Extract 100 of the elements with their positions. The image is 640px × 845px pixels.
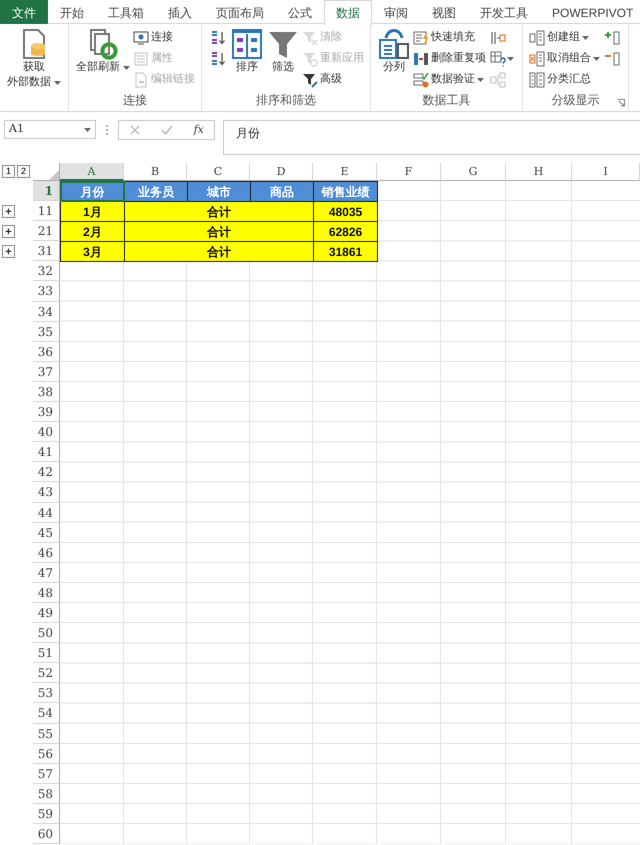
row-header[interactable]: 52 [33, 663, 60, 684]
row-header[interactable]: 47 [33, 562, 60, 583]
ribbon-button[interactable]: 删除重复项 [412, 48, 488, 69]
row-header[interactable]: 43 [33, 482, 60, 502]
ribbon-button[interactable]: 排序 [229, 27, 266, 76]
clear-filter-icon [302, 30, 318, 46]
column-header[interactable]: C [187, 163, 250, 181]
ribbon-tab[interactable]: POWERPIVOT [540, 0, 640, 24]
ribbon-tab[interactable]: 开始 [48, 0, 96, 24]
ribbon-button[interactable]: 取消组合 [528, 48, 602, 69]
row-header[interactable]: 56 [33, 744, 60, 764]
row-header[interactable]: 60 [33, 824, 60, 844]
expand-button[interactable]: + [2, 225, 15, 238]
ribbon-button[interactable]: 高级 [301, 69, 366, 90]
advanced-filter-icon [302, 72, 318, 88]
sort-ascending-icon [210, 30, 226, 46]
ribbon-button[interactable]: 连接 [132, 27, 196, 48]
ribbon-button[interactable]: 数据验证 [412, 69, 488, 90]
table-cell: 62826 [313, 221, 378, 242]
row-header[interactable]: 33 [33, 281, 60, 302]
table-cell: 3月 [60, 241, 125, 262]
column-header[interactable]: B [124, 163, 187, 181]
row-header[interactable]: 44 [33, 502, 60, 523]
row-header[interactable]: 46 [33, 542, 60, 563]
ribbon-tab[interactable]: 公式 [276, 0, 324, 24]
table-cell: 31861 [313, 241, 378, 262]
reapply-filter-icon [302, 50, 318, 66]
group-label: 分级显示 [552, 92, 600, 109]
column-header[interactable]: I [572, 163, 640, 181]
row-header[interactable]: 58 [33, 784, 60, 804]
insert-function-button[interactable]: fx [194, 122, 204, 138]
row-header[interactable]: 36 [33, 342, 60, 362]
row-header[interactable]: 48 [33, 582, 60, 603]
group-label: 排序和筛选 [256, 92, 316, 109]
grip-icon [104, 124, 110, 136]
row-header[interactable]: 31 [33, 241, 60, 262]
name-box[interactable]: A1 [4, 120, 96, 139]
row-header[interactable]: 32 [33, 261, 60, 282]
ribbon-button[interactable]: 全部刷新 [74, 27, 132, 76]
ribbon-tab[interactable]: 文件 [0, 0, 48, 24]
ribbon-tab[interactable]: 插入 [156, 0, 204, 24]
enter-icon [161, 124, 174, 136]
row-header[interactable]: 39 [33, 402, 60, 422]
group-label: 数据工具 [422, 92, 471, 109]
table-cell: 业务员 [124, 181, 188, 202]
ribbon-tab[interactable]: 工具箱 [96, 0, 156, 24]
row-header[interactable]: 35 [33, 322, 60, 342]
ribbon-button[interactable]: 分类汇总 [528, 69, 602, 90]
ribbon-tab[interactable]: 页面布局 [204, 0, 276, 24]
formula-field[interactable]: 月份 [223, 120, 640, 155]
table-cell: 月份 [60, 181, 125, 202]
expand-button[interactable]: + [2, 245, 15, 258]
ungroup-icon [529, 50, 546, 66]
row-header[interactable]: 45 [33, 522, 60, 543]
column-header[interactable]: F [377, 163, 441, 181]
row-header[interactable]: 50 [33, 623, 60, 644]
ribbon-button[interactable]: 快速填充 [412, 27, 488, 48]
row-header[interactable]: 59 [33, 804, 60, 824]
ribbon-tab[interactable]: 开发工具 [468, 0, 540, 24]
row-header[interactable]: 34 [33, 302, 60, 322]
column-header[interactable]: H [506, 163, 572, 181]
cancel-icon [129, 124, 142, 136]
ribbon-button[interactable]: 筛选 [265, 27, 302, 76]
ribbon-tab[interactable]: 数据 [324, 0, 372, 25]
column-header[interactable]: D [250, 163, 313, 181]
column-header[interactable]: G [441, 163, 506, 181]
column-header[interactable]: E [313, 163, 377, 181]
table-cell: 合计 [124, 241, 314, 262]
row-header[interactable]: 38 [33, 382, 60, 402]
ribbon-button[interactable]: 创建组 [528, 27, 602, 48]
show-detail-icon [604, 30, 620, 46]
data-validation-icon [413, 72, 430, 88]
row-header[interactable]: 21 [33, 221, 60, 242]
row-header[interactable]: 53 [33, 683, 60, 704]
row-header[interactable]: 49 [33, 602, 60, 624]
ribbon-button[interactable]: 获取 外部数据 [5, 27, 64, 91]
column-header[interactable]: A [60, 163, 124, 181]
row-header[interactable]: 57 [33, 764, 60, 784]
row-header[interactable]: 1 [33, 181, 60, 202]
text-to-columns-icon [378, 28, 410, 60]
caret-icon [477, 76, 484, 83]
row-header[interactable]: 42 [33, 462, 60, 482]
sort-icon [231, 28, 264, 60]
row-header[interactable]: 37 [33, 362, 60, 382]
outline-level-button[interactable]: 1 [2, 165, 15, 178]
caret-icon [54, 78, 62, 86]
ribbon-tab[interactable]: 视图 [420, 0, 468, 24]
subtotal-icon [529, 72, 546, 88]
expand-button[interactable]: + [2, 205, 15, 218]
row-header[interactable]: 11 [33, 201, 60, 222]
row-header[interactable]: 40 [33, 422, 60, 442]
outline-level-button[interactable]: 2 [17, 165, 30, 178]
row-header[interactable]: 51 [33, 643, 60, 664]
cell-reference: A1 [9, 121, 24, 138]
row-header[interactable]: 54 [33, 703, 60, 724]
ribbon-tab[interactable]: 审阅 [372, 0, 420, 24]
row-header[interactable]: 41 [33, 442, 60, 462]
row-header[interactable]: 55 [33, 724, 60, 744]
table-cell: 48035 [313, 201, 378, 222]
ribbon-button[interactable]: 分列 [376, 27, 412, 76]
